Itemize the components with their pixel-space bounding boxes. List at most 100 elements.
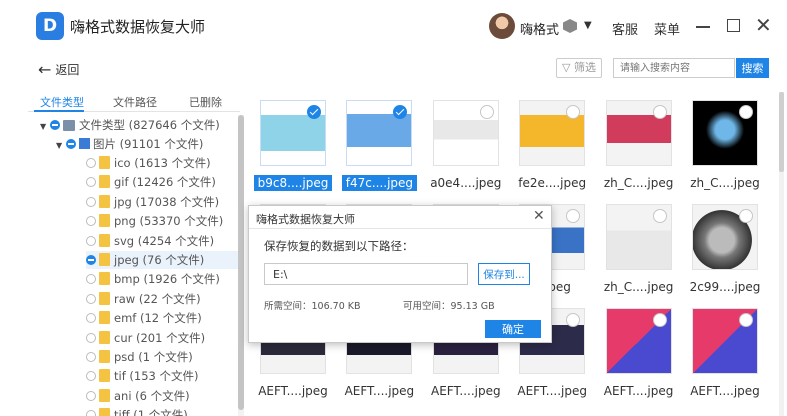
filter-label: 筛选 xyxy=(573,61,596,74)
select-toggle[interactable] xyxy=(86,371,96,382)
tree-item[interactable]: tiff (1 个文件) xyxy=(86,406,188,416)
file-thumbnail[interactable] xyxy=(692,204,758,270)
file-thumbnail[interactable] xyxy=(605,100,672,166)
maximize-icon[interactable] xyxy=(727,19,740,32)
file-name-text: AEFT....jpeg xyxy=(430,384,501,398)
expand-caret-icon[interactable]: ▼ xyxy=(56,137,66,155)
tree-item[interactable]: bmp (1926 个文件) xyxy=(86,270,220,288)
file-item[interactable]: zh_C....jpeg xyxy=(598,92,680,196)
select-toggle[interactable] xyxy=(86,293,96,304)
file-item[interactable]: f47c....jpeg xyxy=(338,92,420,196)
file-thumbnail[interactable] xyxy=(692,308,758,374)
select-toggle[interactable] xyxy=(86,255,96,265)
select-toggle[interactable] xyxy=(50,120,60,130)
confirm-button[interactable]: 确定 xyxy=(485,320,541,338)
select-toggle[interactable] xyxy=(66,139,76,149)
tree-item[interactable]: gif (12426 个文件) xyxy=(86,173,216,191)
file-name: f47c....jpeg xyxy=(338,174,420,192)
tree-item[interactable]: jpeg (76 个文件) xyxy=(86,251,238,269)
menu-button[interactable]: 菜单 xyxy=(654,19,680,38)
tree-item[interactable]: svg (4254 个文件) xyxy=(86,232,214,250)
expand-caret-icon[interactable]: ▼ xyxy=(40,118,50,136)
unchecked-icon[interactable] xyxy=(652,209,667,223)
checked-icon[interactable] xyxy=(307,105,321,119)
tree-root[interactable]: ▼ 文件类型 (827646 个文件) xyxy=(40,116,220,134)
select-toggle[interactable] xyxy=(86,216,96,227)
tree-item-label: gif (12426 个文件) xyxy=(114,175,216,190)
select-toggle[interactable] xyxy=(86,274,96,285)
select-toggle[interactable] xyxy=(86,313,96,324)
account-dropdown-icon[interactable]: ▼ xyxy=(584,20,592,31)
file-thumbnail[interactable] xyxy=(605,204,672,270)
tree-images[interactable]: ▼ 图片 (91101 个文件) xyxy=(56,135,203,153)
file-item[interactable]: 2c99....jpeg xyxy=(684,196,766,300)
tab-file-path[interactable]: 文件路径 xyxy=(113,94,157,110)
minimize-icon[interactable] xyxy=(696,26,710,28)
user-avatar[interactable] xyxy=(489,13,515,39)
vip-badge-icon xyxy=(563,19,577,33)
folder-icon xyxy=(99,233,110,247)
select-toggle[interactable] xyxy=(86,158,96,168)
select-toggle[interactable] xyxy=(86,390,96,401)
checked-icon[interactable] xyxy=(393,105,408,119)
tree-item[interactable]: ico (1613 个文件) xyxy=(86,154,211,172)
file-item[interactable]: AEFT....jpeg xyxy=(684,300,766,404)
filter-button[interactable]: ▽ 筛选 xyxy=(556,58,602,78)
unchecked-icon[interactable] xyxy=(652,313,667,327)
customer-service-button[interactable]: 客服 xyxy=(612,19,638,38)
file-thumbnail[interactable] xyxy=(432,100,499,166)
tree-item-label: 文件类型 (827646 个文件) xyxy=(79,118,220,132)
tree-item[interactable]: jpg (17038 个文件) xyxy=(86,193,219,211)
select-toggle[interactable] xyxy=(86,177,96,188)
select-toggle[interactable] xyxy=(86,235,96,246)
file-item[interactable]: zh_C....jpeg xyxy=(598,196,680,300)
tab-deleted[interactable]: 已删除 xyxy=(189,94,222,110)
file-thumbnail[interactable] xyxy=(260,100,326,166)
file-thumbnail[interactable] xyxy=(692,100,758,166)
file-thumbnail[interactable] xyxy=(605,308,672,374)
unchecked-icon[interactable] xyxy=(566,105,581,119)
search-button[interactable]: 搜索 xyxy=(736,58,769,78)
tree-item-label: jpeg (76 个文件) xyxy=(114,253,205,267)
folder-icon xyxy=(99,175,110,189)
unchecked-icon[interactable] xyxy=(739,313,753,327)
unchecked-icon[interactable] xyxy=(652,105,667,119)
tree-item-label: ani (6 个文件) xyxy=(114,388,190,403)
image-icon xyxy=(79,138,90,149)
select-toggle[interactable] xyxy=(86,410,96,416)
file-thumbnail[interactable] xyxy=(519,100,586,166)
tree-item[interactable]: tif (153 个文件) xyxy=(86,367,199,385)
unchecked-icon[interactable] xyxy=(479,105,494,119)
folder-icon xyxy=(99,194,110,208)
file-item[interactable]: fe2e....jpeg xyxy=(511,92,593,196)
tab-file-type[interactable]: 文件类型 xyxy=(40,94,84,110)
file-item[interactable]: AEFT....jpeg xyxy=(598,300,680,404)
tree-item[interactable]: png (53370 个文件) xyxy=(86,212,223,230)
tree-item[interactable]: emf (12 个文件) xyxy=(86,309,202,327)
browse-button[interactable]: 保存到... xyxy=(478,263,530,285)
close-icon[interactable]: ✕ xyxy=(755,15,772,35)
tree-item[interactable]: psd (1 个文件) xyxy=(86,348,193,366)
select-toggle[interactable] xyxy=(86,196,96,207)
save-path-input[interactable] xyxy=(264,263,468,285)
search-input[interactable] xyxy=(613,58,735,78)
tree-item[interactable]: raw (22 个文件) xyxy=(86,290,201,308)
username[interactable]: 嗨格式 xyxy=(520,19,559,38)
select-toggle[interactable] xyxy=(86,352,96,362)
tree-item[interactable]: ani (6 个文件) xyxy=(86,387,190,405)
file-item[interactable]: a0e4....jpeg xyxy=(425,92,507,196)
unchecked-icon[interactable] xyxy=(566,313,581,327)
file-item[interactable]: b9c8....jpeg xyxy=(252,92,334,196)
unchecked-icon[interactable] xyxy=(566,209,581,223)
folder-icon xyxy=(99,214,110,228)
select-toggle[interactable] xyxy=(86,332,96,343)
grid-scrollbar-thumb[interactable] xyxy=(779,92,784,172)
back-button[interactable]: ← 返回 xyxy=(38,60,79,79)
sidebar-scrollbar-thumb[interactable] xyxy=(238,115,244,410)
file-thumbnail[interactable] xyxy=(346,100,413,166)
unchecked-icon[interactable] xyxy=(739,105,753,119)
file-item[interactable]: zh_C....jpeg xyxy=(684,92,766,196)
dialog-close-icon[interactable]: ✕ xyxy=(533,208,545,224)
unchecked-icon[interactable] xyxy=(739,209,753,223)
tree-item[interactable]: cur (201 个文件) xyxy=(86,329,205,347)
